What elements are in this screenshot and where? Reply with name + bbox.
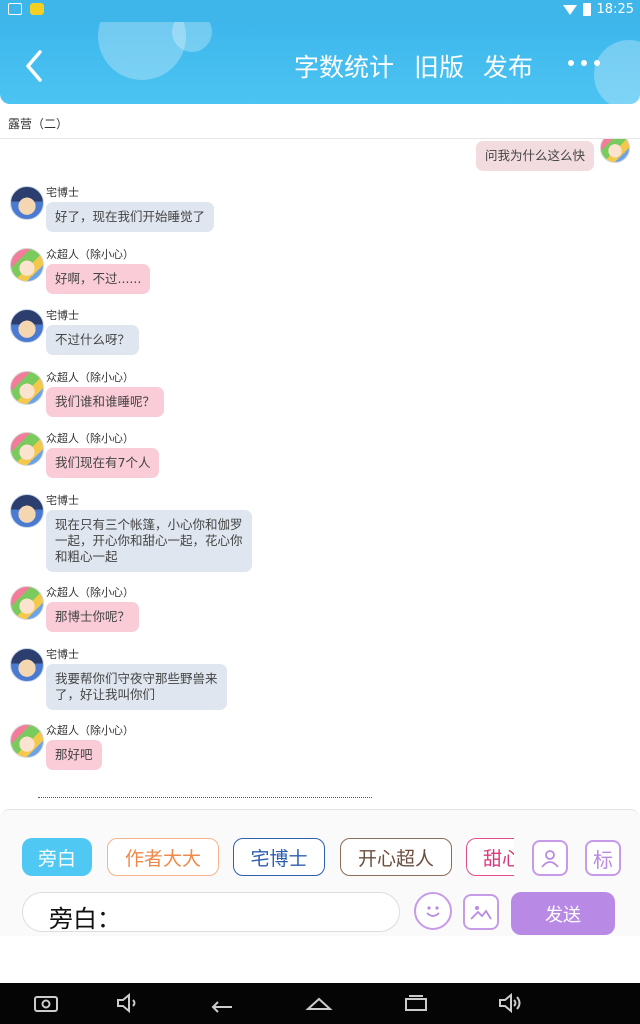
message-bubble[interactable]: 不过什么呀？: [46, 325, 140, 355]
avatar: [10, 309, 44, 343]
input-panel: 旁白 作者大大 宅博士 开心超人 甜心 标 旁白： 发送: [0, 809, 640, 936]
sender-name: 众超人（除小心）: [46, 371, 134, 384]
message-bubble[interactable]: 那博士你呢？: [46, 602, 140, 632]
avatar: [10, 586, 44, 620]
message-bubble[interactable]: 好啊，不过......: [46, 264, 151, 294]
sender-name: 宅博士: [46, 309, 79, 322]
screenshot-button[interactable]: [32, 991, 60, 1015]
back-button[interactable]: [20, 46, 50, 86]
message-bubble[interactable]: 那好吧: [46, 740, 102, 770]
decor-bubble: [594, 40, 640, 104]
sender-name: 众超人（除小心）: [46, 724, 134, 737]
message-bubble[interactable]: 好了，现在我们开始睡觉了: [46, 202, 215, 232]
avatar: [10, 648, 44, 682]
avatar: [600, 139, 630, 163]
sender-name: 众超人（除小心）: [46, 586, 134, 599]
avatar: [10, 248, 44, 282]
chevron-left-icon: [26, 50, 42, 82]
more-button[interactable]: [568, 60, 600, 66]
app-header: 字数统计 旧版 发布: [0, 22, 640, 104]
role-chip-doctor[interactable]: 宅博士: [233, 838, 325, 876]
battery-icon: [582, 3, 591, 16]
volume-up-icon: [499, 992, 521, 1014]
avatar: [10, 186, 44, 220]
sender-name: 宅博士: [46, 494, 79, 507]
sender-name: 宅博士: [46, 648, 79, 661]
doc-title-bar: 露营（二）: [0, 110, 640, 139]
message-bubble[interactable]: 现在只有三个帐篷，小心你和伽罗 一起，开心你和甜心一起，花心你 和粗心一起: [46, 510, 252, 572]
system-nav-bar: [0, 983, 640, 1024]
publish-button[interactable]: 发布: [483, 48, 533, 84]
home-button[interactable]: [305, 991, 333, 1015]
home-icon: [305, 997, 333, 1010]
add-role-button[interactable]: [532, 840, 568, 876]
volume-up-button[interactable]: [497, 991, 525, 1015]
recents-icon: [405, 995, 427, 1011]
avatar: [10, 724, 44, 758]
role-chip-sweet[interactable]: 甜心: [466, 838, 514, 876]
divider: [38, 797, 372, 798]
avatar: [10, 432, 44, 466]
volume-down-button[interactable]: [114, 991, 142, 1015]
image-button[interactable]: [463, 894, 499, 930]
role-chip-happy[interactable]: 开心超人: [340, 838, 452, 876]
message-right: 问我为什么这么快: [0, 139, 640, 179]
mark-button[interactable]: 标: [585, 840, 621, 876]
old-version-button[interactable]: 旧版: [414, 48, 464, 84]
emoji-button[interactable]: [414, 892, 452, 930]
chat-area[interactable]: 问我为什么这么快 宅博士 好了，现在我们开始睡觉了 众超人（除小心） 好啊，不过…: [0, 139, 640, 807]
sender-name: 宅博士: [46, 186, 79, 199]
screen-icon: [8, 3, 22, 15]
back-nav-button[interactable]: [208, 991, 236, 1015]
volume-down-icon: [117, 992, 136, 1014]
back-icon: [211, 1001, 232, 1013]
message-bubble[interactable]: 我要帮你们守夜守那些野兽来 了，好让我叫你们: [46, 664, 227, 710]
message-input[interactable]: 旁白：: [22, 892, 400, 933]
avatar: [10, 371, 44, 405]
app-notification-icon: [30, 3, 44, 15]
image-icon: [470, 906, 492, 920]
doc-title: 露营（二）: [8, 117, 69, 131]
sender-name: 众超人（除小心）: [46, 432, 134, 445]
input-prefix: 旁白：: [49, 905, 121, 933]
word-count-button[interactable]: 字数统计: [294, 48, 394, 84]
role-chip-author[interactable]: 作者大大: [107, 838, 219, 876]
message-bubble[interactable]: 我们现在有7个人: [46, 448, 160, 478]
sender-name: 众超人（除小心）: [46, 248, 134, 261]
screenshot-icon: [34, 996, 58, 1012]
person-icon: [541, 850, 559, 868]
wifi-icon: [562, 4, 577, 15]
recents-button[interactable]: [402, 991, 430, 1015]
message-bubble[interactable]: 问我为什么这么快: [475, 141, 594, 171]
send-button[interactable]: 发送: [511, 892, 615, 935]
avatar: [10, 494, 44, 528]
role-chip-narrator[interactable]: 旁白: [22, 838, 92, 876]
status-bar: 18:25: [0, 0, 640, 22]
message-bubble[interactable]: 我们谁和谁睡呢？: [46, 387, 165, 417]
smile-icon: [426, 906, 440, 917]
more-dots-icon: [568, 60, 574, 66]
status-time: 18:25: [596, 2, 634, 17]
